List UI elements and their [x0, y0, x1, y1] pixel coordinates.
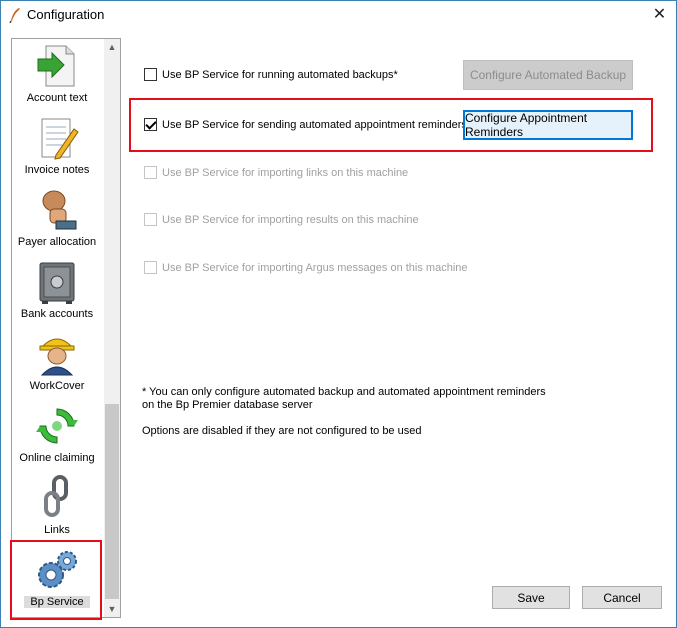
links-checkbox[interactable] [144, 166, 157, 179]
gears-icon [38, 551, 77, 588]
sidebar-item-account-text[interactable]: Account text [12, 41, 102, 113]
sidebar-item-links[interactable]: Links [12, 473, 102, 545]
save-button[interactable]: Save [492, 586, 570, 609]
sidebar-item-label: Online claiming [19, 452, 95, 464]
scroll-up-button[interactable]: ▲ [104, 39, 120, 55]
chevron-down-icon: ▼ [107, 604, 117, 614]
server-note-line1: * You can only configure automated backu… [142, 386, 546, 398]
disabled-options-note: Options are disabled if they are not con… [142, 425, 422, 437]
notepad-pencil-icon [41, 118, 79, 160]
argus-option-label: Use BP Service for importing Argus messa… [162, 261, 468, 274]
links-option-label: Use BP Service for importing links on th… [162, 166, 409, 179]
configure-appointment-reminders-button[interactable]: Configure Appointment Reminders [463, 110, 633, 140]
option-importing-results[interactable]: Use BP Service for importing results on … [144, 213, 419, 226]
sidebar-item-label: Bp Service [24, 596, 90, 608]
cancel-button[interactable]: Cancel [582, 586, 662, 609]
configure-automated-backup-button[interactable]: Configure Automated Backup [463, 60, 633, 90]
sidebar-item-bp-service[interactable]: Bp Service [12, 545, 102, 617]
safe-icon [39, 262, 75, 304]
backup-checkbox[interactable] [144, 68, 157, 81]
sidebar-item-workcover[interactable]: WorkCover [12, 329, 102, 401]
window-title: Configuration [27, 7, 105, 22]
sidebar-item-label: WorkCover [29, 380, 85, 392]
scroll-down-button[interactable]: ▼ [104, 601, 120, 617]
title-bar: Configuration ✕ [1, 1, 676, 28]
sidebar-item-label: Bank accounts [20, 308, 94, 320]
app-quill-icon [9, 8, 20, 23]
option-automated-backups[interactable]: Use BP Service for running automated bac… [144, 68, 398, 81]
argus-checkbox[interactable] [144, 261, 157, 274]
option-importing-argus[interactable]: Use BP Service for importing Argus messa… [144, 261, 468, 274]
chain-link-icon [44, 475, 68, 517]
sidebar-item-label: Invoice notes [24, 164, 90, 176]
sidebar-item-invoice-notes[interactable]: Invoice notes [12, 113, 102, 185]
green-refresh-icon [36, 408, 78, 444]
configuration-window: Configuration ✕ Account text Invoice not… [0, 0, 677, 628]
option-appointment-reminders[interactable]: Use BP Service for sending automated app… [144, 118, 467, 131]
sidebar-item-label: Payer allocation [17, 236, 97, 248]
document-arrow-icon [37, 45, 75, 87]
results-checkbox[interactable] [144, 213, 157, 226]
sidebar-item-label: Links [44, 524, 70, 536]
close-icon: ✕ [652, 6, 667, 23]
sidebar: Account text Invoice notes Payer allocat… [11, 38, 121, 618]
sidebar-item-label: Account text [26, 92, 88, 104]
option-importing-links[interactable]: Use BP Service for importing links on th… [144, 166, 408, 179]
backup-option-label: Use BP Service for running automated bac… [162, 68, 398, 81]
scrollbar-thumb[interactable] [105, 404, 119, 599]
reminders-checkbox[interactable] [144, 118, 157, 131]
server-note-line2: on the Bp Premier database server [142, 399, 313, 411]
chevron-up-icon: ▲ [107, 42, 117, 52]
sidebar-item-payer-allocation[interactable]: Payer allocation [12, 185, 102, 257]
sidebar-scrollbar[interactable]: ▲ ▼ [104, 39, 120, 617]
worker-hardhat-icon [39, 338, 75, 376]
close-button[interactable]: ✕ [643, 1, 676, 27]
sidebar-item-bank-accounts[interactable]: Bank accounts [12, 257, 102, 329]
sidebar-item-online-claiming[interactable]: Online claiming [12, 401, 102, 473]
hand-coins-icon [42, 190, 77, 230]
results-option-label: Use BP Service for importing results on … [162, 213, 419, 226]
reminders-option-label: Use BP Service for sending automated app… [162, 118, 467, 131]
